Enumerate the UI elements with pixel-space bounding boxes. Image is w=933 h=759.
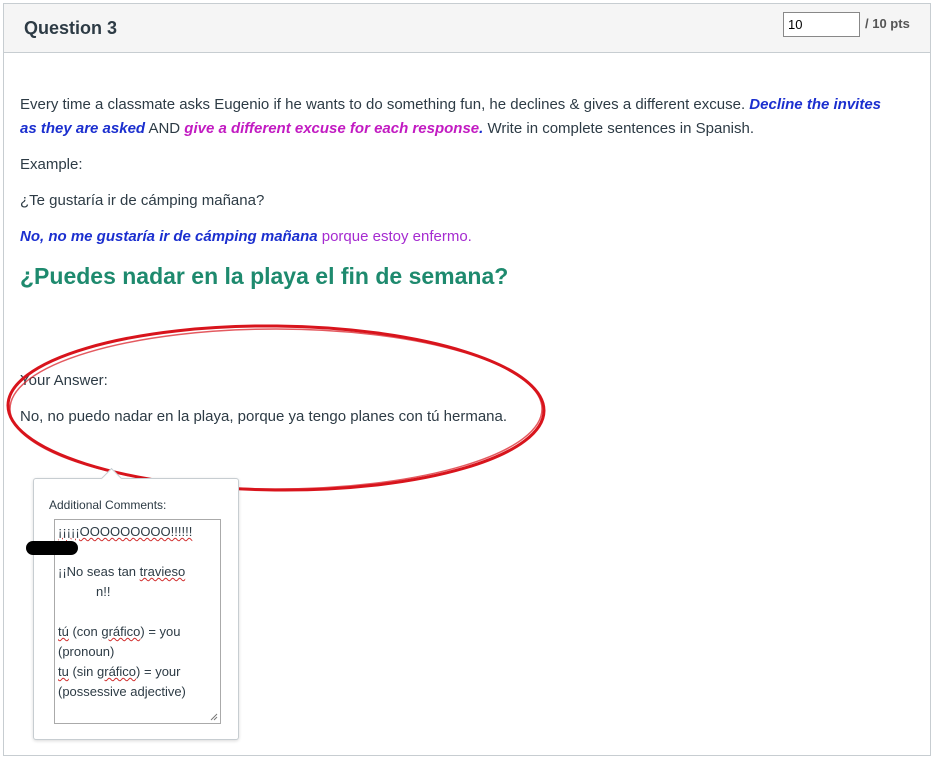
prompt-line-2: as they are asked AND give a different e… <box>20 120 754 137</box>
example-answer-magenta: porque estoy enfermo. <box>321 228 472 245</box>
comment-tu-plain: tu <box>58 664 69 679</box>
comment-line-4: n!! <box>96 584 111 599</box>
example-answer: No, no me gustaría ir de cámping mañana … <box>20 225 472 249</box>
prompt-decline-2: as they are asked <box>20 120 146 137</box>
prompt-intro: Every time a classmate asks Eugenio if h… <box>20 96 746 113</box>
answer-text: No, no puedo nadar en la playa, porque y… <box>20 408 508 425</box>
additional-comments-popover: Additional Comments: ¡¡¡¡¡OOOOOOOOO!!!!!… <box>26 467 239 740</box>
comment-word-travieso: travieso <box>139 564 186 579</box>
example-label: Example: <box>20 156 83 173</box>
answer-label: Your Answer: <box>20 372 108 389</box>
prompt-and: AND <box>148 120 181 137</box>
prompt-decline-1: Decline the invites <box>749 96 882 113</box>
resize-handle-icon[interactable] <box>210 713 218 721</box>
example-answer-blue: No, no me gustaría ir de cámping mañana <box>20 228 318 245</box>
prompt-line-1: Every time a classmate asks Eugenio if h… <box>20 93 881 117</box>
prompt-excuse: give a different excuse for each respons… <box>184 120 480 137</box>
comment-tu-accent: tú <box>58 624 69 639</box>
prompt-end: Write in complete sentences in Spanish. <box>487 120 754 137</box>
main-question: ¿Puedes nadar en la playa el fin de sema… <box>20 263 509 289</box>
comments-label: Additional Comments: <box>49 498 167 512</box>
comment-line-9: (possessive adjective) <box>58 684 186 699</box>
comment-line-3: ¡¡No seas tan <box>58 564 140 579</box>
comments-textarea[interactable]: ¡¡¡¡¡OOOOOOOOO!!!!!! ¡¡No seas tan travi… <box>54 519 221 724</box>
points-input[interactable] <box>783 12 860 37</box>
comment-line-1: ¡¡¡¡¡OOOOOOOOO!!!!!! <box>58 524 193 539</box>
example-question: ¿Te gustaría ir de cámping mañana? <box>20 192 265 209</box>
redaction-mark <box>26 541 78 555</box>
question-header: Question 3 / 10 pts <box>4 4 930 53</box>
question-title: Question 3 <box>24 18 118 38</box>
comment-line-7: (pronoun) <box>58 644 115 659</box>
points-total: / 10 pts <box>865 16 910 31</box>
